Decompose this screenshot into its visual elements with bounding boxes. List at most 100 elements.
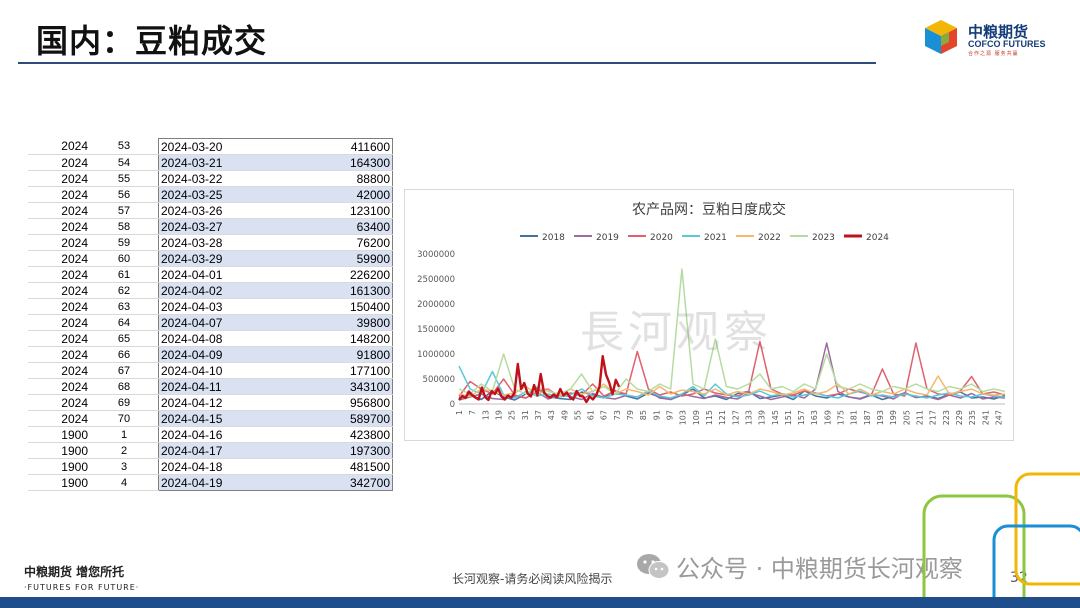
x-tick-label: 169 [823, 410, 832, 425]
volume-cell: 148200 [313, 330, 393, 347]
y-tick-label: 3000000 [417, 250, 455, 260]
cofco-logo: 中粮期货 COFCO FUTURES 合作之源 服务共赢 [922, 18, 1062, 58]
index-cell: 58 [90, 218, 159, 235]
legend-label: 2024 [866, 233, 889, 243]
table-row: 2024 69 2024-04-12 956800 [28, 394, 393, 411]
table-row: 2024 63 2024-04-03 150400 [28, 298, 393, 315]
x-tick-label: 247 [994, 410, 1003, 425]
year-cell: 1900 [28, 458, 90, 475]
chart-title: 农产品网：豆粕日度成交 [632, 201, 786, 218]
date-cell: 2024-04-19 [158, 474, 313, 491]
x-tick-label: 175 [837, 410, 846, 425]
x-tick-label: 109 [692, 410, 701, 425]
date-cell: 2024-03-27 [158, 218, 313, 235]
date-cell: 2024-03-22 [158, 170, 313, 187]
volume-cell: 589700 [313, 410, 393, 427]
year-cell: 2024 [28, 202, 90, 219]
legend-label: 2020 [650, 233, 673, 243]
table-row: 2024 54 2024-03-21 164300 [28, 154, 393, 171]
x-tick-label: 121 [718, 410, 727, 425]
table-row: 2024 53 2024-03-20 411600 [28, 138, 393, 155]
legend-label: 2021 [704, 233, 727, 243]
x-tick-label: 91 [652, 410, 661, 420]
date-cell: 2024-04-01 [158, 266, 313, 283]
page-title: 国内：豆粕成交 [36, 22, 268, 60]
x-tick-label: 19 [494, 410, 503, 420]
x-tick-label: 97 [666, 410, 675, 420]
year-cell: 1900 [28, 426, 90, 443]
index-cell: 65 [90, 330, 159, 347]
legend-label: 2019 [596, 233, 619, 243]
year-cell: 2024 [28, 266, 90, 283]
volume-cell: 164300 [313, 154, 393, 171]
date-cell: 2024-03-25 [158, 186, 313, 203]
volume-cell: 411600 [313, 138, 393, 155]
y-tick-label: 2000000 [417, 300, 455, 310]
volume-cell: 150400 [313, 298, 393, 315]
volume-cell: 59900 [313, 250, 393, 267]
table-row: 1900 1 2024-04-16 423800 [28, 426, 393, 443]
index-cell: 54 [90, 154, 159, 171]
date-cell: 2024-03-21 [158, 154, 313, 171]
footer-slogan-en: ·FUTURES FOR FUTURE· [24, 583, 140, 592]
x-tick-label: 151 [784, 410, 793, 425]
year-cell: 2024 [28, 362, 90, 379]
index-cell: 70 [90, 410, 159, 427]
x-tick-label: 139 [758, 410, 767, 425]
year-cell: 2024 [28, 378, 90, 395]
index-cell: 2 [90, 442, 159, 459]
volume-cell: 91800 [313, 346, 393, 363]
date-cell: 2024-04-10 [158, 362, 313, 379]
year-cell: 1900 [28, 442, 90, 459]
year-cell: 2024 [28, 282, 90, 299]
volume-cell: 161300 [313, 282, 393, 299]
footer-slogan-cn: 中粮期货 增您所托 [24, 565, 125, 579]
x-tick-label: 163 [810, 410, 819, 425]
table-row: 2024 59 2024-03-28 76200 [28, 234, 393, 251]
table-row: 2024 61 2024-04-01 226200 [28, 266, 393, 283]
year-cell: 2024 [28, 346, 90, 363]
table-row: 2024 65 2024-04-08 148200 [28, 330, 393, 347]
year-cell: 2024 [28, 218, 90, 235]
table-row: 2024 56 2024-03-25 42000 [28, 186, 393, 203]
x-tick-label: 61 [587, 410, 596, 420]
x-tick-label: 79 [626, 410, 635, 420]
date-cell: 2024-04-03 [158, 298, 313, 315]
wechat-icon [637, 553, 670, 579]
date-cell: 2024-04-18 [158, 458, 313, 475]
legend-label: 2022 [758, 233, 781, 243]
x-tick-label: 85 [639, 410, 648, 420]
x-tick-label: 223 [942, 410, 951, 425]
corner-decoration [922, 472, 1080, 600]
index-cell: 63 [90, 298, 159, 315]
index-cell: 67 [90, 362, 159, 379]
volume-cell: 197300 [313, 442, 393, 459]
x-tick-label: 193 [876, 410, 885, 425]
date-cell: 2024-03-29 [158, 250, 313, 267]
table-row: 1900 4 2024-04-19 342700 [28, 474, 393, 491]
index-cell: 68 [90, 378, 159, 395]
x-tick-label: 199 [889, 410, 898, 425]
bottom-bar [0, 597, 1080, 608]
watermark-text: 長河观察 [580, 307, 772, 358]
table-row: 2024 62 2024-04-02 161300 [28, 282, 393, 299]
x-tick-label: 73 [613, 410, 622, 420]
x-tick-label: 211 [915, 410, 924, 425]
year-cell: 2024 [28, 138, 90, 155]
year-cell: 2024 [28, 330, 90, 347]
x-tick-label: 235 [968, 410, 977, 425]
index-cell: 62 [90, 282, 159, 299]
cube-logo-icon [925, 20, 957, 54]
year-cell: 2024 [28, 250, 90, 267]
x-tick-label: 133 [744, 410, 753, 425]
y-tick-label: 1000000 [417, 350, 455, 360]
volume-cell: 481500 [313, 458, 393, 475]
x-tick-label: 7 [468, 410, 477, 415]
x-tick-label: 55 [573, 410, 582, 420]
index-cell: 64 [90, 314, 159, 331]
date-cell: 2024-03-20 [158, 138, 313, 155]
table-row: 2024 58 2024-03-27 63400 [28, 218, 393, 235]
year-cell: 2024 [28, 410, 90, 427]
date-cell: 2024-03-26 [158, 202, 313, 219]
volume-cell: 42000 [313, 186, 393, 203]
